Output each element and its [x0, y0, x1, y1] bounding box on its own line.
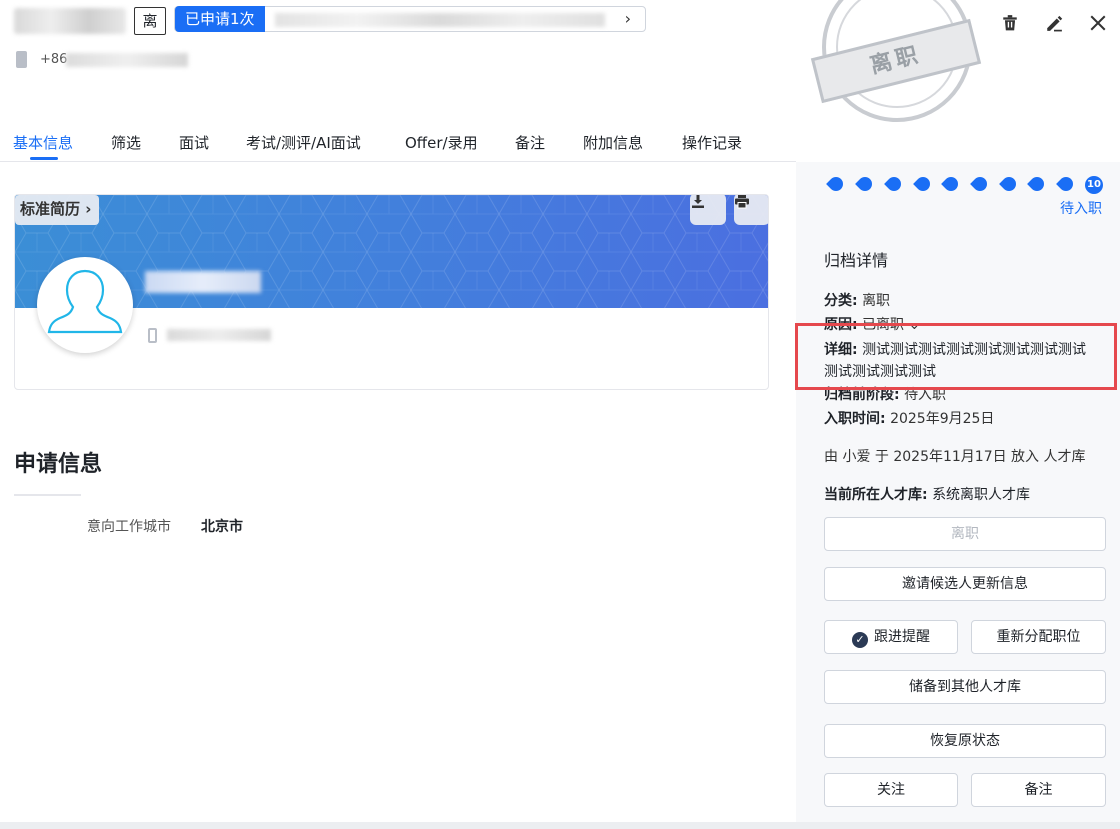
application-info-title: 申请信息	[14, 452, 103, 477]
stage-step-1[interactable]	[826, 174, 846, 194]
candidate-tabs: 基本信息 筛选 面试 考试/测评/AI面试 Offer/录用 备注 附加信息 操…	[0, 128, 796, 162]
stage-step-4[interactable]	[913, 174, 933, 194]
download-button[interactable]	[690, 195, 726, 225]
check-circle-icon: ✓	[852, 632, 868, 648]
candidate-name-redacted	[14, 8, 126, 34]
archive-note: 由 小爱 于 2025年11月17日 放入 人才库	[824, 449, 1086, 465]
current-stage-label[interactable]: 待入职	[1060, 198, 1102, 218]
tab-offer[interactable]: Offer/录用	[405, 132, 478, 153]
invite-update-button[interactable]: 邀请候选人更新信息	[824, 567, 1106, 601]
active-tab-indicator	[30, 157, 58, 160]
mobile-icon	[148, 328, 157, 343]
stage-step-3[interactable]	[884, 174, 904, 194]
resigned-stamp: 离职	[808, 0, 984, 126]
tab-notes[interactable]: 备注	[515, 132, 545, 153]
resume-card: 标准简历 ›	[14, 194, 769, 390]
save-to-pool-button[interactable]: 储备到其他人才库	[824, 670, 1106, 704]
tab-interview[interactable]: 面试	[179, 132, 209, 153]
follow-button[interactable]: 关注	[824, 773, 958, 807]
application-history-selector[interactable]: 已申请1次 ›	[174, 6, 646, 32]
candidate-header: 离 已申请1次 › +86 离职	[0, 0, 1120, 122]
right-panel: 10 待入职 归档详情 分类: 离职 原因: 已离职 ⌄ 详细: 测试测试测试测…	[796, 162, 1120, 829]
phone-icon	[16, 51, 27, 68]
phone-prefix: +86	[40, 52, 68, 67]
section-divider	[14, 494, 81, 496]
follow-reminder-button[interactable]: ✓ 跟进提醒	[824, 620, 958, 654]
chevron-right-icon[interactable]: ›	[625, 7, 631, 31]
note-button[interactable]: 备注	[971, 773, 1106, 807]
archive-category: 分类: 离职	[824, 293, 891, 309]
candidate-name-redacted	[145, 271, 261, 293]
detail-highlight-box	[795, 323, 1117, 390]
stage-step-6[interactable]	[970, 174, 990, 194]
tab-exam[interactable]: 考试/测评/AI面试	[246, 132, 361, 153]
avatar	[37, 257, 133, 353]
applied-count-badge: 已申请1次	[175, 6, 265, 32]
bottom-scrollbar[interactable]	[0, 822, 1120, 829]
city-label: 意向工作城市	[87, 519, 171, 535]
stage-step-2[interactable]	[855, 174, 875, 194]
stage-step-5[interactable]	[941, 174, 961, 194]
archive-details-title: 归档详情	[824, 251, 889, 270]
restore-status-button[interactable]: 恢复原状态	[824, 724, 1106, 758]
stage-step-10[interactable]: 10	[1085, 176, 1103, 194]
print-button[interactable]	[734, 195, 768, 225]
stage-step-8[interactable]	[1027, 174, 1047, 194]
tab-operation-log[interactable]: 操作记录	[682, 132, 742, 153]
application-history-redacted	[275, 13, 605, 27]
tab-basic-info[interactable]: 基本信息	[13, 132, 73, 153]
stage-step-9[interactable]	[1056, 174, 1076, 194]
reassign-position-button[interactable]: 重新分配职位	[971, 620, 1106, 654]
phone-number-redacted	[66, 53, 188, 67]
stage-step-7[interactable]	[999, 174, 1019, 194]
current-talent-pool: 当前所在人才库: 系统离职人才库	[824, 487, 1031, 503]
onboard-date: 入职时间: 2025年9月25日	[824, 411, 995, 427]
user-silhouette-icon	[47, 269, 123, 334]
print-icon	[735, 195, 749, 209]
tab-extra-info[interactable]: 附加信息	[583, 132, 643, 153]
status-tag: 离	[134, 7, 166, 35]
close-icon[interactable]	[1076, 10, 1120, 36]
standard-resume-button[interactable]: 标准简历 ›	[15, 195, 100, 225]
trash-icon[interactable]	[988, 10, 1032, 36]
edit-icon[interactable]	[1032, 10, 1076, 36]
download-icon	[692, 195, 704, 208]
city-value: 北京市	[201, 519, 243, 535]
resign-button[interactable]: 离职	[824, 517, 1106, 551]
candidate-phone-redacted	[167, 329, 271, 341]
tab-screening[interactable]: 筛选	[111, 132, 141, 153]
standard-resume-label: 标准简历	[20, 200, 81, 218]
